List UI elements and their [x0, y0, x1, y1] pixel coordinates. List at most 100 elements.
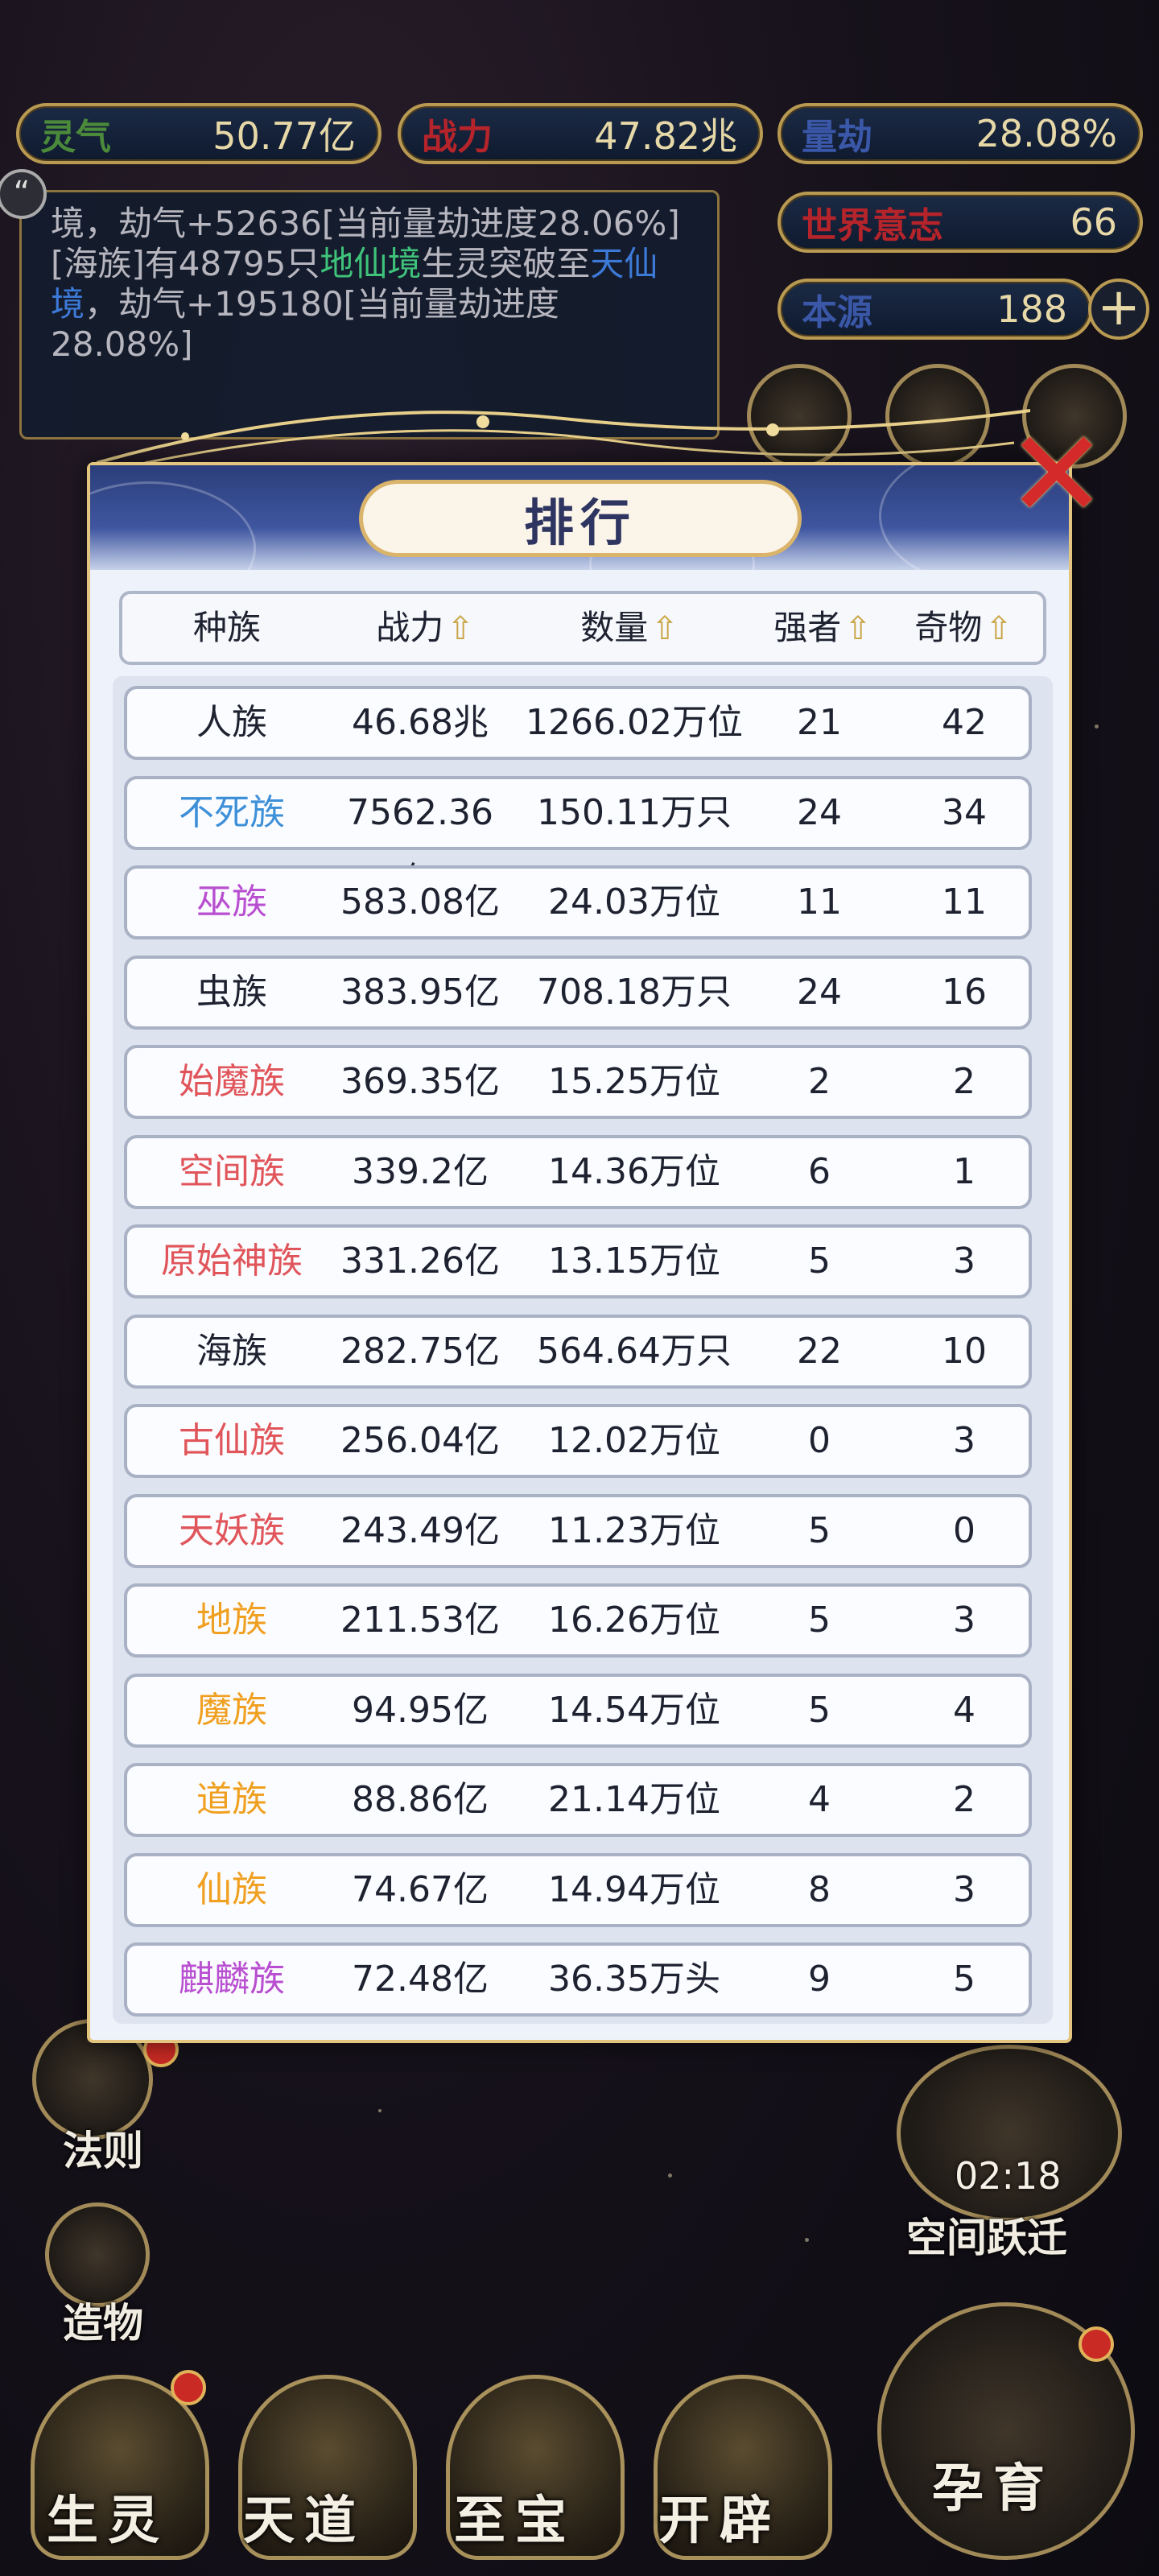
stat-world-will-label: 世界意志	[802, 205, 943, 246]
count-value: 36.35万头	[548, 1959, 720, 2000]
modal-title: 排行	[359, 480, 802, 557]
power-value: 369.35亿	[340, 1061, 500, 1102]
count-value: 12.02万位	[548, 1420, 720, 1461]
relic-value: 34	[942, 791, 987, 833]
count-value: 24.03万位	[548, 881, 720, 923]
count-value: 11.23万位	[548, 1509, 720, 1551]
table-row[interactable]: 地族 211.53亿 16.26万位 5 3	[124, 1583, 1032, 1657]
relic-value: 3	[953, 1868, 975, 1910]
sort-icon[interactable]: ⇧	[844, 595, 872, 663]
header-strong[interactable]: 强者 ⇧	[758, 594, 887, 662]
log-line-2-a: [海族]有48795只	[51, 244, 320, 283]
notification-dot	[171, 2370, 206, 2405]
table-row[interactable]: 巫族 583.08亿 24.03万位 11 11	[124, 865, 1032, 939]
race-name: 不死族	[179, 791, 285, 833]
table-row[interactable]: 原始神族 331.26亿 13.15万位 5 3	[124, 1224, 1032, 1298]
table-row[interactable]: 麒麟族 72.48亿 36.35万头 9 5	[124, 1942, 1032, 2017]
power-value: 256.04亿	[340, 1420, 500, 1461]
power-value: 88.86亿	[352, 1779, 489, 1820]
star	[805, 2238, 809, 2242]
count-value: 1266.02万位	[526, 702, 743, 743]
space-jump-label: 空间跃迁	[906, 2214, 1067, 2261]
table-row[interactable]: 虫族 383.95亿 708.18万只 24 16	[124, 955, 1032, 1030]
strong-value: 9	[808, 1959, 831, 2000]
log-line-2: [海族]有48795只地仙境生灵突破至天仙境，劫气+195180[当前量劫进度2…	[51, 244, 688, 365]
star	[378, 2109, 382, 2112]
count-value: 14.36万位	[548, 1150, 720, 1192]
header-count[interactable]: 数量 ⇧	[541, 594, 718, 662]
strong-value: 5	[808, 1600, 831, 1641]
strong-value: 4	[808, 1779, 831, 1820]
stat-zhanli[interactable]: 战力 47.82兆	[398, 103, 763, 164]
power-value: 583.08亿	[340, 881, 500, 923]
strong-value: 2	[808, 1061, 831, 1102]
ranking-list[interactable]: 人族46.68兆1266.02万位2142不死族7562.36亿150.11万只…	[113, 676, 1053, 2024]
header-relic-label: 奇物	[914, 608, 983, 647]
relic-value: 3	[953, 1241, 975, 1282]
race-name: 始魔族	[179, 1061, 285, 1102]
race-name: 仙族	[196, 1868, 267, 1910]
strong-value: 5	[808, 1689, 831, 1731]
stat-lingqi-label: 灵气	[40, 117, 111, 158]
race-name: 天妖族	[179, 1509, 285, 1551]
add-origin-button[interactable]: +	[1088, 279, 1149, 340]
table-row[interactable]: 天妖族 243.49亿 11.23万位 5 0	[124, 1493, 1032, 1568]
stat-origin-value: 188	[996, 287, 1067, 331]
race-name: 海族	[196, 1330, 267, 1372]
table-row[interactable]: 道族 88.86亿 21.14万位 4 2	[124, 1763, 1032, 1837]
close-icon[interactable]: ✕	[1006, 415, 1107, 535]
header-count-label: 数量	[580, 608, 649, 647]
relic-value: 10	[942, 1330, 987, 1372]
sort-icon[interactable]: ⇧	[447, 595, 474, 663]
stat-liangjie[interactable]: 量劫 28.08%	[777, 103, 1143, 164]
relic-value: 4	[953, 1689, 975, 1731]
stat-world-will[interactable]: 世界意志 66	[777, 192, 1143, 253]
star	[668, 2174, 672, 2178]
power-value: 383.95亿	[340, 971, 500, 1013]
count-value: 21.14万位	[548, 1779, 720, 1820]
sort-icon[interactable]: ⇧	[651, 595, 678, 663]
header-strong-label: 强者	[773, 608, 842, 647]
notification-dot	[1079, 2326, 1114, 2362]
race-name: 麒麟族	[179, 1959, 285, 2000]
sort-icon[interactable]: ⇧	[985, 595, 1013, 663]
table-row[interactable]: 魔族 94.95亿 14.54万位 5 4	[124, 1673, 1032, 1748]
table-row[interactable]: 空间族 339.2亿 14.36万位 6 1	[124, 1134, 1032, 1209]
strong-value: 6	[808, 1150, 831, 1192]
relic-value: 3	[953, 1600, 975, 1641]
header-race: 种族	[192, 608, 261, 647]
stat-zhanli-value: 47.82兆	[594, 114, 737, 158]
stat-liangjie-label: 量劫	[802, 117, 872, 158]
table-row[interactable]: 不死族 7562.36亿 150.11万只 24 34	[124, 775, 1032, 901]
stat-origin[interactable]: 本源 188	[777, 279, 1093, 340]
race-name: 道族	[196, 1779, 267, 1820]
relic-value: 5	[953, 1959, 975, 2000]
count-value: 708.18万只	[537, 971, 732, 1013]
power-value: 7562.36亿	[347, 791, 493, 901]
header-swirl	[90, 481, 256, 570]
header-relic[interactable]: 奇物 ⇧	[895, 594, 1032, 662]
race-name: 虫族	[196, 971, 267, 1013]
table-row[interactable]: 仙族 74.67亿 14.94万位 8 3	[124, 1852, 1032, 1927]
count-value: 15.25万位	[548, 1061, 720, 1102]
relic-value: 11	[942, 881, 987, 923]
stat-lingqi[interactable]: 灵气 50.77亿	[16, 103, 382, 164]
power-value: 282.75亿	[340, 1330, 500, 1372]
stat-liangjie-value: 28.08%	[975, 112, 1117, 155]
table-header: 种族 战力 ⇧ 数量 ⇧ 强者 ⇧ 奇物 ⇧	[119, 591, 1046, 665]
power-value: 94.95亿	[352, 1689, 489, 1731]
table-row[interactable]: 海族 282.75亿 564.64万只 22 10	[124, 1314, 1032, 1389]
header-power[interactable]: 战力 ⇧	[344, 594, 505, 662]
table-row[interactable]: 古仙族 256.04亿 12.02万位 0 3	[124, 1404, 1032, 1478]
table-row[interactable]: 人族 46.68兆 1266.02万位 21 42	[124, 686, 1032, 760]
strong-value: 5	[808, 1509, 831, 1551]
nav-yunyu-label: 孕育	[932, 2458, 1054, 2519]
table-row[interactable]: 始魔族 369.35亿 15.25万位 2 2	[124, 1045, 1032, 1119]
race-name: 魔族	[196, 1689, 267, 1731]
log-line-2-b: 生灵突破至	[421, 244, 591, 283]
power-value: 74.67亿	[352, 1868, 489, 1910]
modal-decor-arc	[97, 409, 1030, 464]
strong-value: 21	[797, 702, 842, 743]
star	[1095, 724, 1099, 729]
count-value: 564.64万只	[537, 1330, 732, 1372]
